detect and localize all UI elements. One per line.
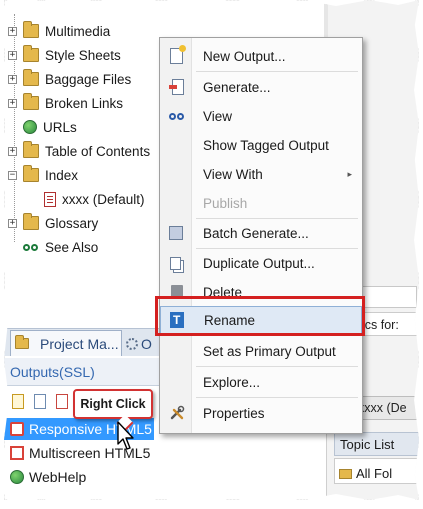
duplicate-icon [170,256,181,270]
generate-icon[interactable] [56,394,68,409]
generate-icon [169,79,184,95]
menu-item-label: Generate... [203,79,271,95]
folder-icon [23,21,39,38]
tree-item-label: URLs [43,119,77,135]
tree-item-urls[interactable]: URLs [23,116,77,138]
menu-item-duplicate-output[interactable]: Duplicate Output... [160,249,362,277]
rename-highlight-box [155,296,365,336]
document-icon [44,191,56,207]
tree-item-label: Index [45,167,79,183]
menu-item-publish: Publish [160,189,362,217]
all-folders-label: All Fol [356,466,393,481]
new-output-icon [170,45,186,64]
tree-item-multimedia[interactable]: + Multimedia [8,20,110,42]
tree-item-label: Multimedia [45,23,111,39]
multiscreen-html5-icon [10,446,24,460]
tree-item-default-index[interactable]: xxxx (Default) [44,188,145,210]
webhelp-icon [10,470,24,484]
tab-outputs[interactable]: O [126,332,156,356]
gear-icon [126,338,138,350]
menu-item-label: Duplicate Output... [203,255,315,271]
folder-icon [23,69,39,86]
folder-icon [339,468,352,479]
tree-item-label: Broken Links [45,95,124,111]
submenu-arrow-icon: ▸ [347,168,352,179]
menu-item-label: Explore... [203,374,261,390]
menu-item-new-output[interactable]: New Output... [160,42,362,70]
tree-item-table-of-contents[interactable]: + Table of Contents [8,140,150,162]
menu-item-label: Properties [203,405,265,421]
right-click-callout: Right Click [73,389,153,419]
tab-label: Project Ma... [40,335,119,352]
tree-item-label: Baggage Files [45,71,132,87]
tree-item-label: See Also [45,239,99,255]
all-folders-dropdown[interactable]: All Fol [334,458,419,484]
menu-separator [196,397,358,398]
tree-item-baggage-files[interactable]: + Baggage Files [8,68,131,90]
tree-item-glossary[interactable]: + Glossary [8,212,98,234]
globe-icon [23,120,37,134]
folder-icon [23,213,39,230]
expand-toggle[interactable]: + [8,50,17,60]
duplicate-icon[interactable] [34,394,46,409]
menu-item-batch-generate[interactable]: Batch Generate... [160,219,362,247]
view-icon [169,108,185,124]
menu-item-label: Publish [203,195,248,211]
menu-item-generate[interactable]: Generate... [160,73,362,101]
tab-topic-list[interactable]: Topic List [334,432,419,456]
responsive-html5-icon [10,422,24,436]
batch-generate-icon [169,226,183,240]
menu-item-explore[interactable]: Explore... [160,368,362,396]
tree-item-label: Table of Contents [45,143,151,159]
tab-project-manager[interactable]: Project Ma... [10,330,122,356]
output-item-label: WebHelp [29,469,87,485]
folder-icon [23,141,39,158]
menu-item-view-with[interactable]: View With ▸ [160,160,362,188]
expand-toggle[interactable]: + [8,98,17,108]
properties-icon [170,405,185,420]
tree-item-style-sheets[interactable]: + Style Sheets [8,44,121,66]
screenshot-frame: ics for: xxxx (De Topic List All Fol + M… [4,0,419,500]
expand-toggle[interactable]: + [8,26,17,36]
menu-item-set-primary-output[interactable]: Set as Primary Output [160,337,362,365]
tree-item-index[interactable]: − Index [8,164,78,186]
menu-item-properties[interactable]: Properties [160,399,362,427]
tree-item-label: Glossary [45,215,99,231]
folder-icon [15,335,29,349]
menu-item-show-tagged-output[interactable]: Show Tagged Output [160,131,362,159]
menu-item-label: Batch Generate... [203,225,309,241]
folder-icon [23,93,39,110]
output-item-webhelp[interactable]: WebHelp [4,466,154,488]
menu-item-label: View With [203,166,263,182]
tab-topic-list-label: Topic List [340,437,395,452]
context-menu: New Output... Generate... View Show Tagg… [159,37,363,434]
mouse-cursor-icon [117,421,134,450]
new-output-icon[interactable] [12,394,24,409]
menu-item-label: New Output... [203,48,286,64]
menu-item-label: Show Tagged Output [203,137,329,153]
menu-item-view[interactable]: View [160,102,362,130]
tree-item-label: xxxx (Default) [62,191,145,207]
pane-title: xxxx (De [358,401,407,415]
collapse-toggle[interactable]: − [8,170,17,180]
expand-toggle[interactable]: + [8,218,17,228]
tree-item-see-also[interactable]: See Also [23,236,98,258]
menu-separator [196,366,358,367]
tree-item-broken-links[interactable]: + Broken Links [8,92,123,114]
tree-item-label: Style Sheets [45,47,121,63]
tab-label: O [141,336,152,352]
see-also-icon [23,241,39,253]
search-topics-label: ics for: [362,318,399,332]
menu-item-label: View [203,108,233,124]
menu-separator [196,71,358,72]
folder-icon [23,45,39,62]
menu-item-label: Set as Primary Output [203,343,336,359]
expand-toggle[interactable]: + [8,146,17,156]
expand-toggle[interactable]: + [8,74,17,84]
folder-open-icon [23,165,39,182]
